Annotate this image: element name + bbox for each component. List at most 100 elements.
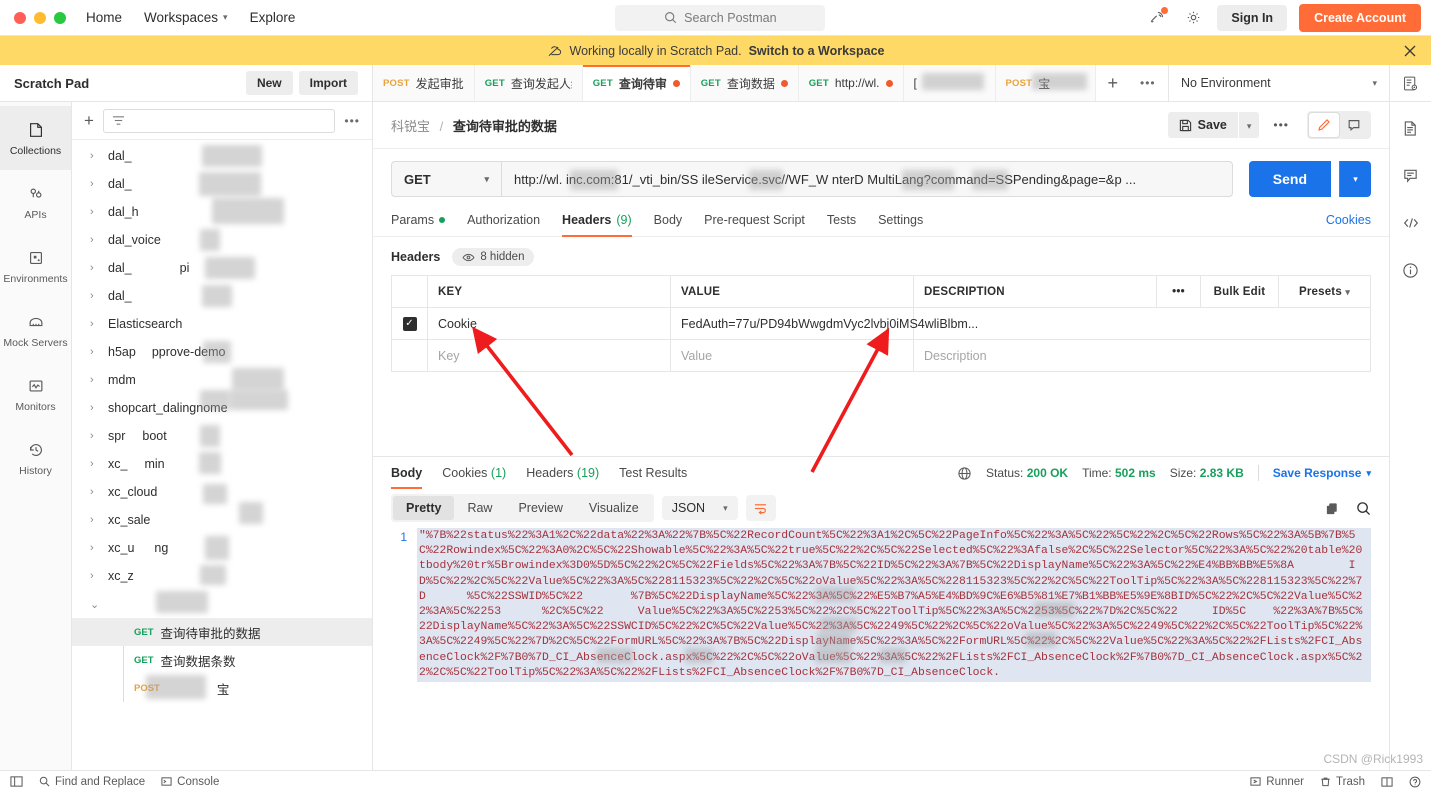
- view-raw-button[interactable]: Raw: [454, 496, 505, 520]
- console-button[interactable]: Console: [161, 776, 219, 788]
- window-controls[interactable]: [10, 11, 86, 24]
- invite-icon[interactable]: [1145, 6, 1169, 30]
- view-pretty-button[interactable]: Pretty: [393, 496, 455, 520]
- tab-3[interactable]: GET 查询数据: [690, 65, 799, 101]
- close-icon[interactable]: [1403, 44, 1417, 58]
- nav-explore[interactable]: Explore: [250, 10, 296, 25]
- minimize-window-button[interactable]: [34, 11, 46, 24]
- tab-authorization[interactable]: Authorization: [467, 213, 540, 236]
- list-item[interactable]: › dal_voice: [72, 226, 372, 254]
- create-account-button[interactable]: Create Account: [1299, 3, 1421, 32]
- sidebar-filter-input[interactable]: [102, 108, 336, 133]
- list-item[interactable]: › xc_z: [72, 562, 372, 590]
- cell-key-placeholder[interactable]: Key: [427, 339, 671, 372]
- search-input[interactable]: Search Postman: [615, 4, 826, 31]
- copy-icon[interactable]: [1325, 501, 1340, 516]
- row-checkbox[interactable]: ✓: [402, 316, 417, 331]
- cell-description[interactable]: [913, 307, 1371, 340]
- environment-selector[interactable]: No Environment ▾: [1168, 65, 1389, 101]
- documentation-icon[interactable]: [1402, 120, 1419, 137]
- find-and-replace-button[interactable]: Find and Replace: [39, 776, 145, 788]
- more-horizontal-icon[interactable]: •••: [1130, 65, 1166, 101]
- list-item[interactable]: › spr boot: [72, 422, 372, 450]
- save-button[interactable]: Save: [1167, 112, 1238, 138]
- tab-response-cookies[interactable]: Cookies (1): [442, 466, 506, 489]
- tab-6-redacted[interactable]: POST 宝: [995, 65, 1096, 101]
- help-icon[interactable]: [1409, 776, 1421, 788]
- pencil-icon[interactable]: [1309, 113, 1339, 137]
- cell-value[interactable]: FedAuth=77u/PD94bWwgdmVyc2lvbj0iMS4wliBl…: [670, 307, 978, 340]
- list-item[interactable]: › xc_u ng: [72, 534, 372, 562]
- hidden-headers-toggle[interactable]: 8 hidden: [452, 248, 535, 266]
- layout-icon[interactable]: [1381, 776, 1393, 788]
- tab-2-active[interactable]: GET 查询待审: [582, 65, 691, 101]
- cookies-link[interactable]: Cookies: [1326, 213, 1371, 236]
- response-body-scroll[interactable]: "%7B%22status%22%3A1%2C%22data%22%3A%22%…: [417, 528, 1371, 770]
- send-button[interactable]: Send: [1248, 161, 1331, 197]
- tab-response-body[interactable]: Body: [391, 466, 423, 489]
- sidebar-item-monitors[interactable]: Monitors: [0, 362, 71, 426]
- list-item[interactable]: › xc_ min: [72, 450, 372, 478]
- trash-button[interactable]: Trash: [1320, 776, 1365, 788]
- tab-settings[interactable]: Settings: [878, 213, 923, 236]
- sidebar-item-collections[interactable]: Collections: [0, 106, 71, 170]
- list-item-request[interactable]: GET 查询数据条数: [72, 646, 372, 674]
- tab-5-redacted[interactable]: [: [903, 65, 996, 101]
- code-snippet-icon[interactable]: [1402, 214, 1420, 232]
- maximize-window-button[interactable]: [54, 11, 66, 24]
- environment-quick-look-icon[interactable]: [1389, 65, 1431, 101]
- view-visualize-button[interactable]: Visualize: [576, 496, 652, 520]
- gear-icon[interactable]: [1181, 6, 1205, 30]
- cell-value-placeholder[interactable]: Value: [670, 339, 914, 372]
- plus-icon[interactable]: +: [1096, 65, 1131, 101]
- tab-params[interactable]: Params: [391, 213, 446, 236]
- comment-icon[interactable]: [1339, 113, 1369, 137]
- url-input[interactable]: http://wl. inc.com:81/_vti_bin/SS ileSer…: [501, 161, 1233, 197]
- search-icon[interactable]: [1356, 501, 1371, 516]
- send-options-button[interactable]: ▾: [1339, 161, 1371, 197]
- list-item[interactable]: › dal_h: [72, 198, 372, 226]
- new-button[interactable]: New: [245, 71, 293, 95]
- sign-in-button[interactable]: Sign In: [1217, 4, 1288, 31]
- sidebar-item-history[interactable]: History: [0, 426, 71, 490]
- list-item-request-selected[interactable]: GET 查询待审批的数据: [72, 618, 372, 646]
- save-response-button[interactable]: Save Response ▾: [1273, 466, 1371, 480]
- list-item[interactable]: › shopcart_dalingnome: [72, 390, 372, 422]
- list-item[interactable]: › dal_: [72, 142, 372, 170]
- tab-pre-request-script[interactable]: Pre-request Script: [704, 213, 805, 236]
- response-language-select[interactable]: JSON ▾: [661, 496, 738, 520]
- plus-icon[interactable]: +: [84, 111, 94, 131]
- sidebar-collapse-icon[interactable]: [10, 775, 23, 788]
- sidebar-item-mock-servers[interactable]: Mock Servers: [0, 298, 71, 362]
- list-item[interactable]: › Elasticsearch: [72, 310, 372, 338]
- more-horizontal-icon[interactable]: •••: [1259, 118, 1303, 132]
- list-item[interactable]: › dal_: [72, 282, 372, 310]
- import-button[interactable]: Import: [298, 71, 358, 95]
- tab-4[interactable]: GET http://wl.: [798, 65, 904, 101]
- cell-key[interactable]: Cookie: [427, 307, 671, 340]
- sidebar-item-environments[interactable]: Environments: [0, 234, 71, 298]
- list-item-expanded[interactable]: ⌄: [72, 590, 372, 618]
- breadcrumb-root[interactable]: 科锐宝: [391, 119, 430, 134]
- list-item[interactable]: › xc_cloud: [72, 478, 372, 506]
- tab-tests[interactable]: Tests: [827, 213, 856, 236]
- save-options-button[interactable]: ▾: [1238, 112, 1260, 138]
- tab-0[interactable]: POST 发起审批: [373, 65, 475, 101]
- view-preview-button[interactable]: Preview: [505, 496, 575, 520]
- sidebar-item-apis[interactable]: APIs: [0, 170, 71, 234]
- tab-body[interactable]: Body: [654, 213, 683, 236]
- close-window-button[interactable]: [14, 11, 26, 24]
- info-icon[interactable]: [1402, 262, 1419, 279]
- wrap-lines-icon[interactable]: [745, 495, 776, 521]
- runner-button[interactable]: Runner: [1250, 776, 1304, 788]
- nav-workspaces[interactable]: Workspaces ▾: [144, 10, 228, 25]
- more-horizontal-icon[interactable]: •••: [344, 114, 360, 128]
- comments-icon[interactable]: [1402, 167, 1419, 184]
- presets-button[interactable]: Presets ▾: [1278, 275, 1371, 308]
- http-method-select[interactable]: GET ▾: [391, 161, 501, 197]
- list-item[interactable]: › dal_: [72, 170, 372, 198]
- list-item[interactable]: › xc_sale: [72, 502, 372, 534]
- tab-1[interactable]: GET 查询发起人约: [474, 65, 583, 101]
- tab-test-results[interactable]: Test Results: [619, 466, 687, 489]
- list-item[interactable]: › h5ap pprove-demo: [72, 338, 372, 366]
